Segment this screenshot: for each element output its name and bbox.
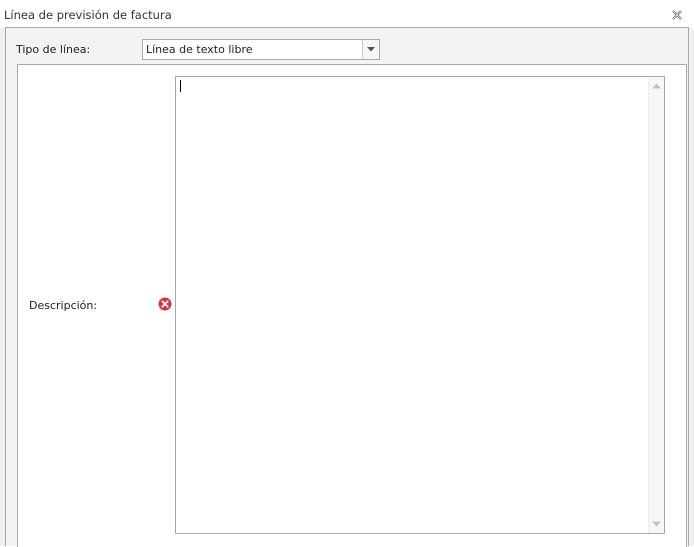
scroll-down-icon[interactable]: [652, 521, 661, 527]
line-type-value: Línea de texto libre: [146, 43, 253, 56]
text-caret: [180, 80, 181, 92]
scroll-up-icon[interactable]: [652, 83, 661, 89]
line-type-label: Tipo de línea:: [16, 43, 91, 56]
error-icon: [158, 297, 172, 311]
close-button[interactable]: [670, 8, 684, 22]
close-icon: [672, 10, 682, 20]
title-bar: Línea de previsión de factura: [0, 0, 694, 28]
dialog-content: Tipo de línea: Línea de texto libre Desc…: [5, 27, 689, 547]
description-group: Descripción:: [17, 64, 687, 547]
line-type-dropdown[interactable]: Línea de texto libre: [142, 39, 380, 60]
dialog-window: Línea de previsión de factura Tipo de lí…: [0, 0, 694, 547]
description-label: Descripción:: [29, 299, 98, 312]
dropdown-button[interactable]: [362, 40, 379, 59]
vertical-scrollbar[interactable]: [648, 77, 664, 533]
description-textarea[interactable]: [175, 76, 665, 534]
chevron-down-icon: [367, 47, 375, 52]
window-title: Línea de previsión de factura: [4, 8, 172, 22]
